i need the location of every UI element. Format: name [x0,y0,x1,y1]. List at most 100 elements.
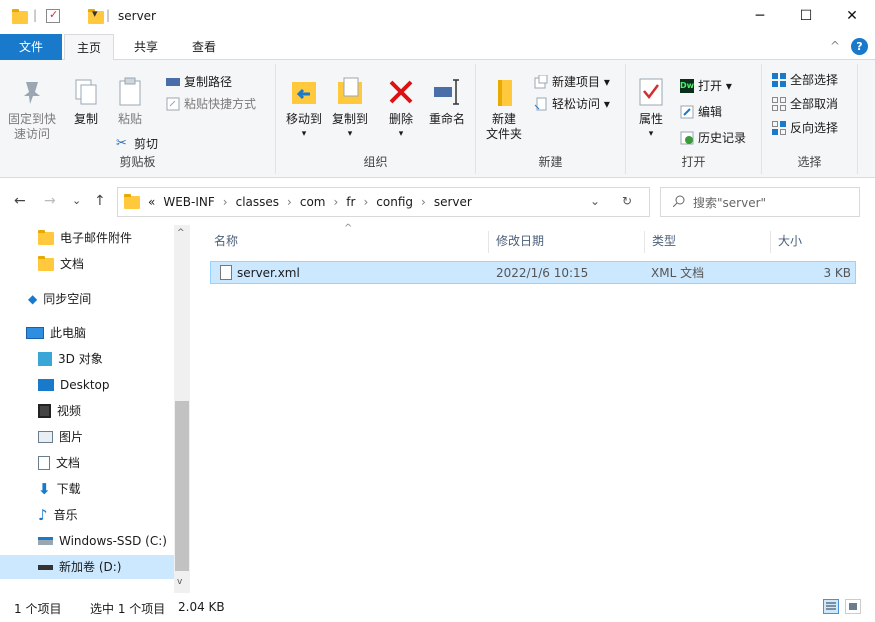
file-name: server.xml [237,266,300,280]
nav-item-documents-pinned[interactable]: 文档 [0,252,174,276]
address-bar[interactable]: « WEB-INF › classes › com › fr › config … [117,187,650,217]
copy-to-button[interactable]: 复制到 ▾ [328,76,372,142]
quick-access-dropdown-icon[interactable]: ▾ [92,7,98,20]
breadcrumb-sep[interactable]: › [223,195,228,209]
paste-button[interactable]: 粘贴 [108,76,152,127]
scroll-down-icon[interactable]: v [177,577,182,587]
recent-locations-button[interactable]: ⌄ [72,194,81,207]
rename-button[interactable]: 重命名 [424,76,470,127]
column-separator[interactable] [644,231,645,253]
nav-item-music[interactable]: ♪ 音乐 [0,503,174,527]
paste-shortcut-button[interactable]: 粘贴快捷方式 [166,94,256,114]
properties-quick-icon[interactable]: ✓ [46,8,60,23]
column-header-name[interactable]: 名称 [214,231,238,251]
divider: | [33,8,38,22]
minimize-button[interactable]: ─ [737,0,783,32]
invert-selection-button[interactable]: 反向选择 [772,118,838,138]
up-button[interactable]: ↑ [94,193,106,209]
details-view-icon[interactable] [823,599,839,614]
nav-item-email-attachments[interactable]: 电子邮件附件 [0,226,174,250]
column-header-size[interactable]: 大小 [778,231,802,251]
copy-button[interactable]: 复制 [66,76,106,127]
table-row[interactable]: server.xml 2022/1/6 10:15 XML 文档 3 KB [210,261,856,284]
address-row: ← → ⌄ ↑ « WEB-INF › classes › com › fr ›… [0,179,875,225]
collapse-ribbon-icon[interactable]: ^ [830,39,840,53]
copy-path-icon [166,75,180,89]
nav-item-documents[interactable]: 文档 [0,451,174,475]
divider: | [106,8,111,22]
edit-button[interactable]: 编辑 [680,102,722,122]
select-none-button[interactable]: 全部取消 [772,94,838,114]
address-dropdown-button[interactable]: ⌄ [590,194,600,208]
breadcrumb-overflow[interactable]: « [148,195,155,209]
column-separator[interactable] [488,231,489,253]
breadcrumb-com[interactable]: com [300,195,326,209]
tab-file[interactable]: 文件 [0,34,62,60]
breadcrumb-sep[interactable]: › [287,195,292,209]
search-placeholder: 搜索"server" [693,195,767,210]
film-icon [38,404,51,418]
maximize-button[interactable]: ☐ [783,0,829,32]
breadcrumb-config[interactable]: config [376,195,413,209]
forward-button[interactable]: → [44,193,56,209]
sort-ascending-icon: ^ [344,223,353,234]
folder-icon [38,255,54,271]
new-folder-icon [488,76,520,108]
new-item-icon [534,74,548,89]
tab-home[interactable]: 主页 [64,34,115,61]
nav-item-new-volume-d[interactable]: 新加卷 (D:) [0,555,174,579]
column-header-type[interactable]: 类型 [652,231,676,251]
search-box[interactable]: 搜索"server" [660,187,860,217]
copy-path-button[interactable]: 复制路径 [166,72,232,92]
nav-item-desktop[interactable]: Desktop [0,373,174,397]
column-header-date[interactable]: 修改日期 [496,231,544,251]
properties-check-icon [635,76,667,108]
nav-item-this-pc[interactable]: 此电脑 [0,321,174,345]
cut-button[interactable]: ✂ 剪切 [116,134,158,154]
nav-item-pictures[interactable]: 图片 [0,425,174,449]
open-button[interactable]: Dw 打开 ▾ [680,76,732,96]
new-item-button[interactable]: 新建项目 ▾ [534,72,610,92]
breadcrumb-sep[interactable]: › [333,195,338,209]
nav-item-sync-space[interactable]: ◆ 同步空间 [0,287,174,311]
delete-x-icon [385,76,417,108]
group-select: 全部选择 全部取消 反向选择 选择 [762,64,858,174]
breadcrumb-fr[interactable]: fr [346,195,355,209]
refresh-button[interactable]: ↻ [622,194,632,208]
properties-button[interactable]: 属性 ▾ [634,76,668,142]
scroll-up-icon[interactable]: ^ [177,228,185,238]
pin-quick-access-button[interactable]: 固定到快 速访问 [6,76,58,142]
new-folder-button[interactable]: 新建 文件夹 [482,76,526,142]
nav-item-videos[interactable]: 视频 [0,399,174,423]
breadcrumb-sep[interactable]: › [421,195,426,209]
group-new: 新建 文件夹 新建项目 ▾ 轻松访问 ▾ 新建 [476,64,626,174]
copy-icon [70,76,102,108]
nav-item-windows-ssd[interactable]: Windows-SSD (C:) [0,529,174,553]
breadcrumb-server[interactable]: server [434,195,472,209]
help-icon[interactable]: ? [851,38,868,55]
nav-scrollbar-thumb[interactable] [175,401,189,571]
breadcrumb-webinf[interactable]: WEB-INF [163,195,214,209]
column-separator[interactable] [770,231,771,253]
cube-icon [38,352,52,366]
nav-item-3d-objects[interactable]: 3D 对象 [0,347,174,371]
move-to-icon [288,76,320,108]
nav-item-downloads[interactable]: ⬇ 下载 [0,477,174,501]
music-note-icon: ♪ [38,506,48,524]
close-button[interactable]: ✕ [829,0,875,32]
file-icon [220,265,232,280]
tab-share[interactable]: 共享 [122,34,170,60]
easy-access-button[interactable]: 轻松访问 ▾ [534,94,610,114]
select-all-button[interactable]: 全部选择 [772,70,838,90]
document-icon [38,456,50,470]
tab-view[interactable]: 查看 [180,34,228,60]
status-bar: 1 个项目 选中 1 个项目 2.04 KB [0,593,875,622]
delete-button[interactable]: 删除 ▾ [382,76,420,142]
breadcrumb-sep[interactable]: › [363,195,368,209]
back-button[interactable]: ← [14,193,26,209]
move-to-button[interactable]: 移动到 ▾ [282,76,326,142]
history-button[interactable]: 历史记录 [680,128,746,148]
paste-icon [114,76,146,108]
breadcrumb-classes[interactable]: classes [236,195,279,209]
large-icons-view-icon[interactable] [845,599,861,614]
